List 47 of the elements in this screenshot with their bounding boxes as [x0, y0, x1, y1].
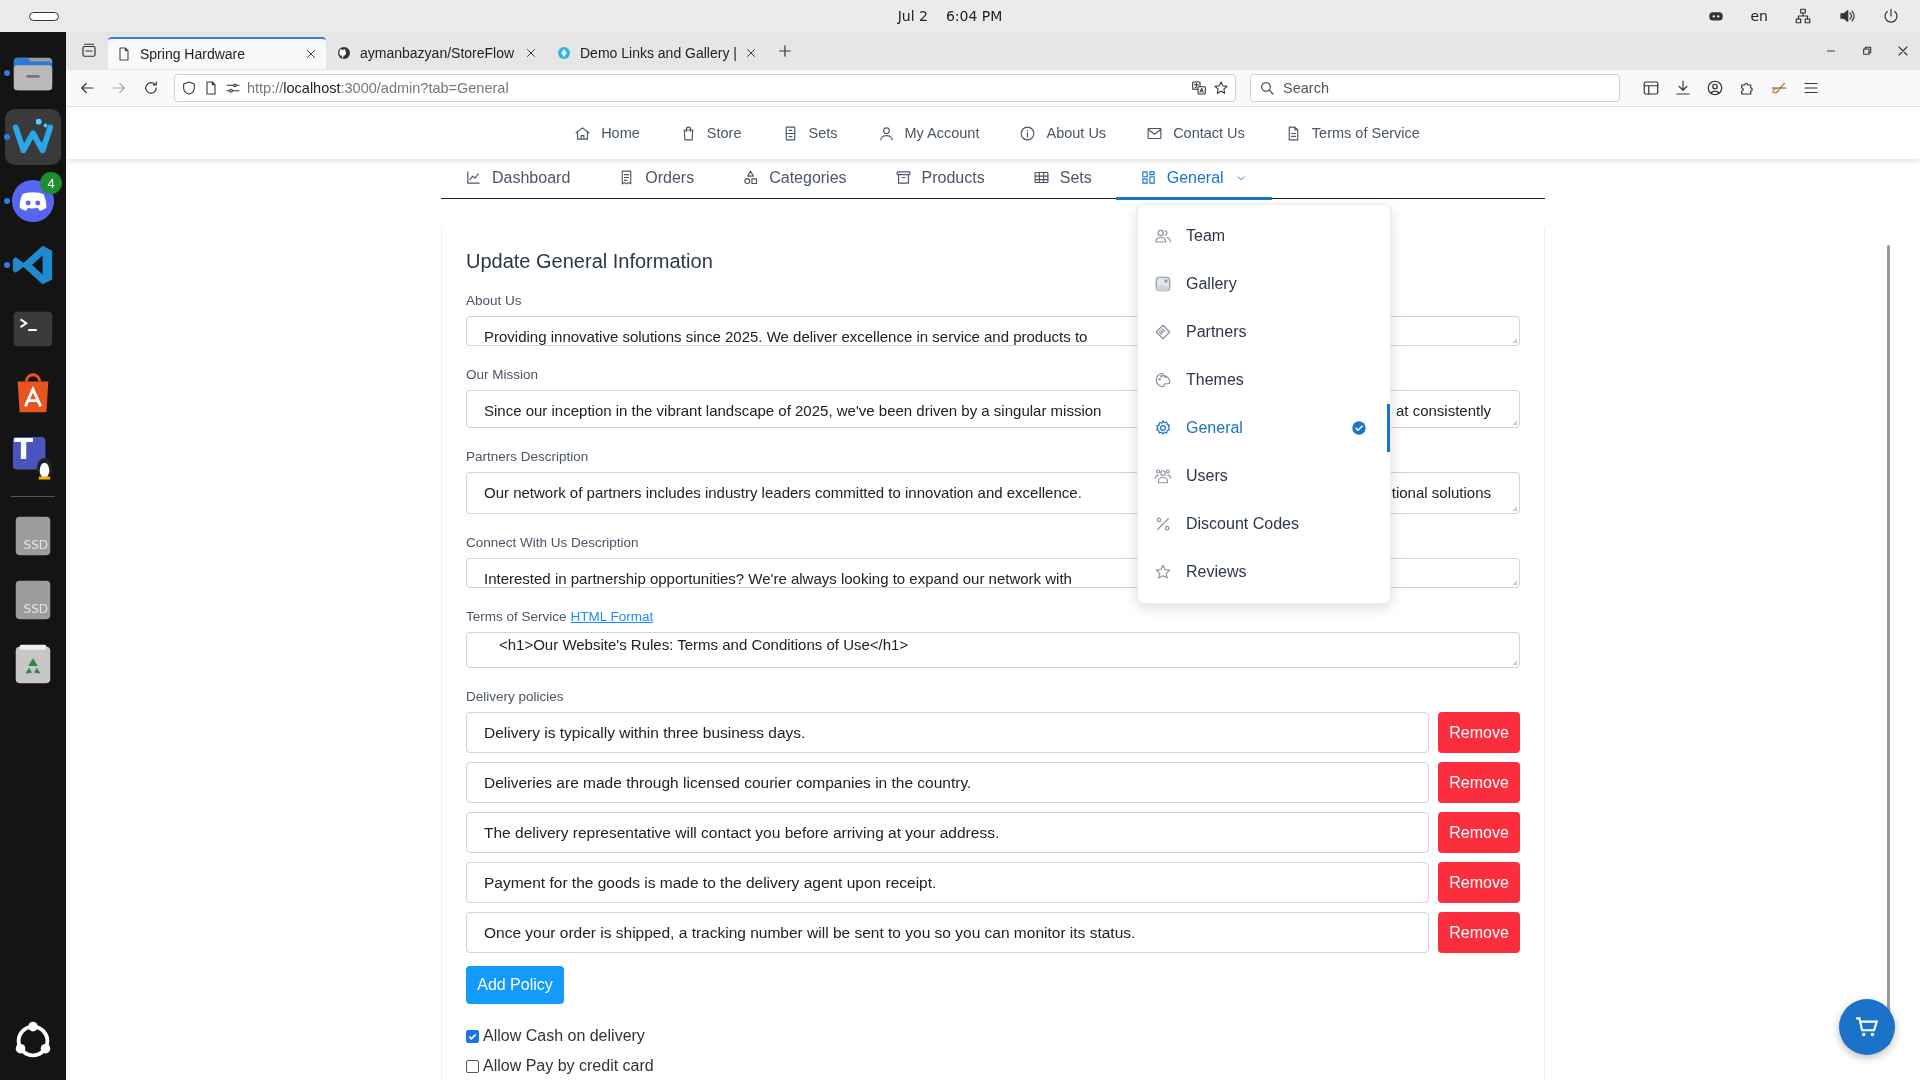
browser-tab[interactable]: Spring Hardware	[108, 37, 326, 69]
nav-link[interactable]: About Us	[1046, 125, 1107, 141]
app-label: T	[14, 433, 34, 466]
admin-tab[interactable]: Categories	[718, 159, 871, 200]
remove-button[interactable]: Remove	[1438, 762, 1520, 803]
policy-field[interactable]: Payment for the goods is made to the delivery agent upon receipt.	[466, 862, 1429, 903]
search-field[interactable]: Search	[1283, 80, 1329, 96]
keyboard-language[interactable]: en	[1750, 8, 1768, 24]
menu-item[interactable]: Team	[1138, 212, 1390, 260]
form-title: Update General Information	[466, 249, 714, 274]
app-label: SSD	[23, 538, 48, 552]
clock-date[interactable]: Jul 2	[897, 8, 928, 24]
nav-link[interactable]: Store	[706, 125, 742, 141]
nav-link[interactable]: Sets	[808, 125, 838, 141]
field-label: Our Mission	[466, 366, 538, 384]
policy-field[interactable]: Once your order is shipped, a tracking number will be sent to you so you can monitor its status.	[466, 912, 1429, 953]
nav-link[interactable]: Home	[601, 125, 640, 141]
menu-item[interactable]: Gallery	[1138, 260, 1390, 308]
field-label: Connect With Us Description	[466, 534, 639, 552]
admin-tab[interactable]: Orders	[594, 159, 719, 200]
remove-button[interactable]: Remove	[1438, 712, 1520, 753]
remove-button[interactable]: Remove	[1438, 912, 1520, 953]
browser-tab[interactable]: aymanbazyan/StoreFlow	[328, 37, 546, 69]
remove-button[interactable]: Remove	[1438, 862, 1520, 903]
admin-tab[interactable]: Products	[870, 159, 1009, 200]
field-label: Terms of Service	[466, 609, 567, 624]
nav-link[interactable]: Terms of Service	[1311, 125, 1420, 141]
nav-link[interactable]: Contact Us	[1173, 125, 1245, 141]
clock-time[interactable]: 6:04 PM	[945, 8, 1003, 24]
policy-field[interactable]: Delivery is typically within three business days.	[466, 712, 1429, 753]
menu-item[interactable]: General	[1138, 404, 1390, 452]
field-label: Delivery policies	[466, 688, 564, 706]
admin-tab[interactable]: Sets	[1008, 159, 1116, 200]
text-area[interactable]: <h1>Our Website's Rules: Terms and Conditions of Use</h1>	[466, 632, 1520, 668]
browser-tab[interactable]: Demo Links and Gallery |	[548, 37, 766, 69]
policy-field[interactable]: The delivery representative will contact you before arriving at your address.	[466, 812, 1429, 853]
nav-link[interactable]: My Account	[904, 125, 980, 141]
policy-field[interactable]: Deliveries are made through licensed courier companies in the country.	[466, 762, 1429, 803]
admin-tab[interactable]: Dashboard	[441, 159, 595, 200]
remove-button[interactable]: Remove	[1438, 812, 1520, 853]
notification-badge: 4	[40, 172, 62, 194]
app-label: SSD	[23, 602, 48, 616]
checkbox-label[interactable]: Allow Cash on delivery	[483, 1027, 645, 1045]
admin-tab[interactable]: General	[1115, 159, 1272, 200]
field-label: Partners Description	[466, 448, 589, 466]
field-label: About Us	[466, 292, 522, 310]
checkbox-label[interactable]: Allow Pay by credit card	[483, 1057, 654, 1075]
